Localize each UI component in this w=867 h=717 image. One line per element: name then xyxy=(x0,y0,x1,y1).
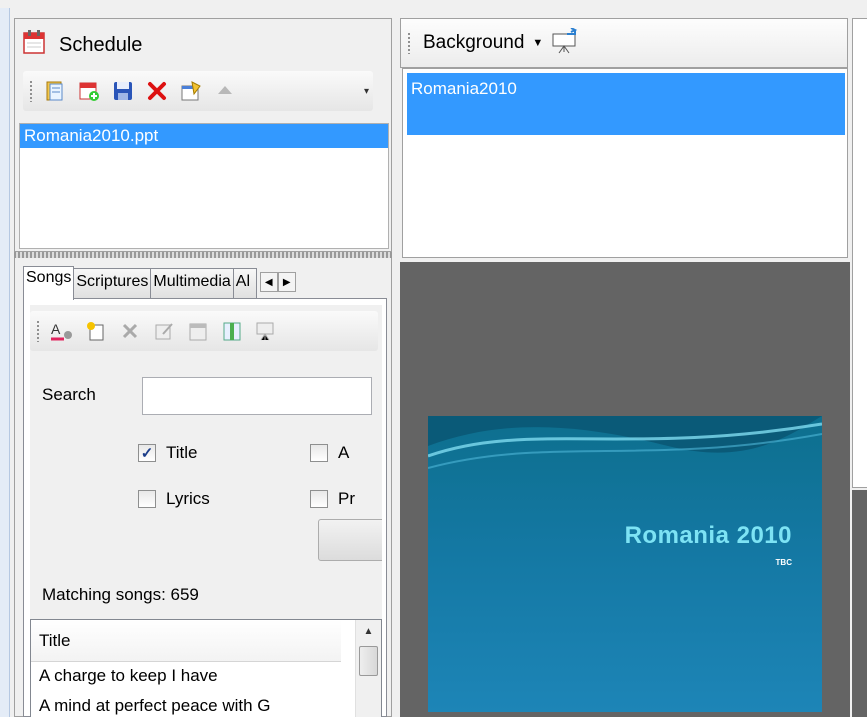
library-tabs: Songs Scriptures Multimedia Al ◀ ▶ xyxy=(23,266,296,300)
author-checkbox-box[interactable] xyxy=(310,444,328,462)
songs-tab-body: A Search ✓ Title A Lyrics Pr Matching so… xyxy=(23,298,387,717)
songs-toolbar: A xyxy=(30,311,378,351)
songs-content: A Search ✓ Title A Lyrics Pr Matching so… xyxy=(30,305,382,717)
slide-subtitle: TBC xyxy=(775,558,792,567)
song-row[interactable]: A mind at perfect peace with G xyxy=(31,692,381,717)
svg-text:A: A xyxy=(51,321,61,337)
new-song-icon[interactable] xyxy=(82,317,110,345)
presentation-checkbox-box[interactable] xyxy=(310,490,328,508)
title-checkbox-label: Title xyxy=(166,443,198,462)
present-background-icon[interactable] xyxy=(551,26,579,59)
tab-scroll-left-icon[interactable]: ◀ xyxy=(259,272,278,292)
column-header-title[interactable]: Title xyxy=(31,620,341,662)
search-label: Search xyxy=(42,385,96,404)
lyrics-checkbox-label: Lyrics xyxy=(166,489,210,508)
matching-songs-count: Matching songs: 659 xyxy=(42,585,199,604)
schedule-header: Schedule xyxy=(23,25,142,65)
slide-title: Romania 2010 xyxy=(624,522,792,549)
slide-wave-graphic xyxy=(428,416,822,469)
library-panel: Songs Scriptures Multimedia Al ◀ ▶ A Sea… xyxy=(14,258,392,717)
song-font-icon[interactable]: A xyxy=(48,317,76,345)
properties-icon[interactable] xyxy=(177,77,205,105)
title-checkbox-box[interactable]: ✓ xyxy=(138,444,156,462)
scroll-up-icon[interactable]: ▲ xyxy=(356,620,381,642)
songs-grid[interactable]: Title A charge to keep I have A mind at … xyxy=(30,619,382,717)
presentation-checkbox-label: Pr xyxy=(338,489,355,508)
right-panel-edge xyxy=(852,18,867,488)
schedule-item[interactable]: Romania2010.ppt xyxy=(20,124,388,148)
songs-toolbar-grip[interactable] xyxy=(36,320,40,342)
chevron-down-icon[interactable]: ▼ xyxy=(532,37,543,49)
schedule-list[interactable]: Romania2010.ppt xyxy=(19,123,389,249)
right-preview-edge xyxy=(852,490,867,717)
song-row[interactable]: A charge to keep I have xyxy=(31,662,381,692)
title-checkbox[interactable]: ✓ Title xyxy=(138,443,198,463)
songs-scrollbar[interactable]: ▲ xyxy=(355,620,381,717)
lyrics-checkbox-box[interactable] xyxy=(138,490,156,508)
calendar-icon xyxy=(23,30,45,60)
scroll-thumb[interactable] xyxy=(359,646,378,676)
toolbar-overflow-icon[interactable]: ▾ xyxy=(364,86,369,97)
tab-scriptures[interactable]: Scriptures xyxy=(73,268,152,298)
background-toolbar-grip[interactable] xyxy=(407,32,411,54)
background-dropdown[interactable]: Background xyxy=(423,32,524,54)
lyrics-checkbox[interactable]: Lyrics xyxy=(138,489,210,509)
delete-icon[interactable] xyxy=(143,77,171,105)
tab-truncated[interactable]: Al xyxy=(232,268,257,298)
delete-song-icon[interactable] xyxy=(116,317,144,345)
preview-area: Romania 2010 TBC xyxy=(400,262,850,717)
schedule-title: Schedule xyxy=(59,33,143,56)
background-toolbar: Background ▼ xyxy=(400,18,848,68)
presentation-checkbox[interactable]: Pr xyxy=(310,489,355,509)
move-up-icon[interactable] xyxy=(211,77,239,105)
search-button[interactable] xyxy=(318,519,382,561)
tab-scroll-right-icon[interactable]: ▶ xyxy=(277,272,296,292)
top-strip xyxy=(0,0,867,8)
tab-multimedia[interactable]: Multimedia xyxy=(150,268,234,298)
save-icon[interactable] xyxy=(109,77,137,105)
author-checkbox[interactable]: A xyxy=(310,443,349,463)
song-details-icon[interactable] xyxy=(218,317,246,345)
present-song-icon[interactable] xyxy=(252,317,280,345)
toolbar-grip[interactable] xyxy=(29,80,33,102)
open-schedule-icon[interactable] xyxy=(41,77,69,105)
search-input[interactable] xyxy=(142,377,372,415)
schedule-song-icon[interactable] xyxy=(184,317,212,345)
background-list[interactable]: Romania2010 xyxy=(402,68,848,258)
new-schedule-icon[interactable] xyxy=(75,77,103,105)
author-checkbox-label: A xyxy=(338,443,350,462)
left-edge xyxy=(0,8,10,717)
background-item[interactable]: Romania2010 xyxy=(407,73,845,135)
tab-songs[interactable]: Songs xyxy=(23,266,75,300)
schedule-panel: Schedule ▾ Romania2010.ppt xyxy=(14,18,392,252)
slide-preview[interactable]: Romania 2010 TBC xyxy=(428,416,822,712)
tab-scroll-buttons: ◀ ▶ xyxy=(259,272,296,298)
edit-song-icon[interactable] xyxy=(150,317,178,345)
schedule-toolbar: ▾ xyxy=(23,71,373,111)
